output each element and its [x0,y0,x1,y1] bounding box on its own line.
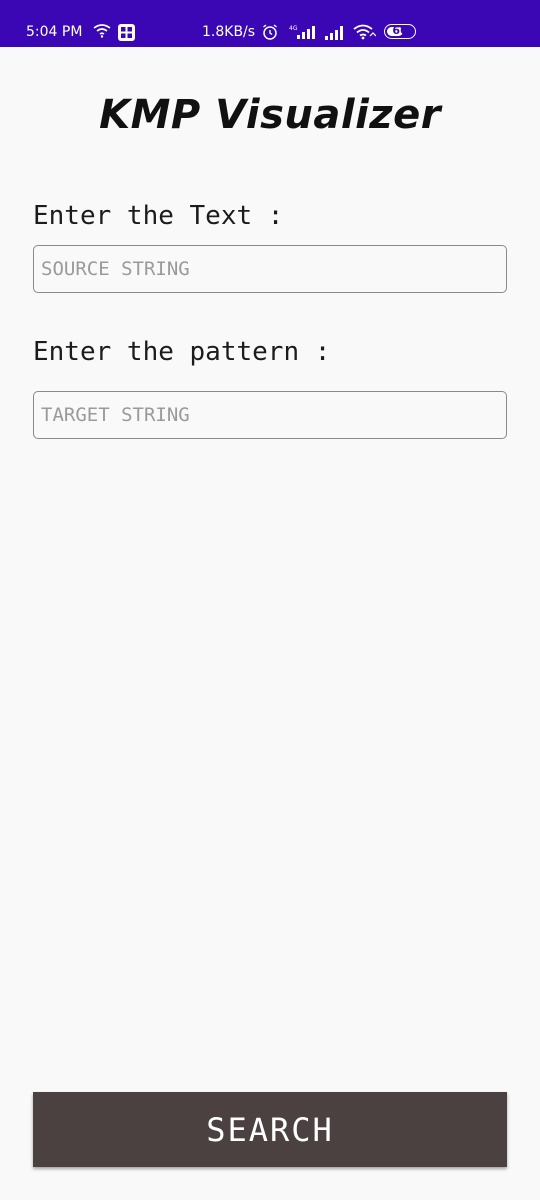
wifi-icon [93,24,111,38]
network-speed: 1.8KB/s [202,24,256,40]
battery-icon: 66 [384,24,416,39]
target-string-input[interactable] [34,392,506,438]
app-title: KMP Visualizer [99,92,441,138]
pattern-label: Enter the pattern : [33,337,331,367]
text-label: Enter the Text : [33,201,284,231]
battery-level: 66 [392,24,408,37]
status-time: 5:04 PM [26,24,83,40]
status-bar: 5:04 PM 1.8KB/s 4G 66 [0,0,540,47]
source-string-input[interactable] [34,246,506,292]
signal-4g-icon: 4G [289,25,315,39]
source-string-field[interactable] [33,245,507,293]
grid-icon [118,24,135,41]
wifi-icon [353,24,376,40]
signal-icon [325,26,343,40]
alarm-icon [263,24,277,40]
svg-text:4G: 4G [289,25,298,32]
search-button[interactable]: SEARCH [33,1092,507,1167]
target-string-field[interactable] [33,391,507,439]
